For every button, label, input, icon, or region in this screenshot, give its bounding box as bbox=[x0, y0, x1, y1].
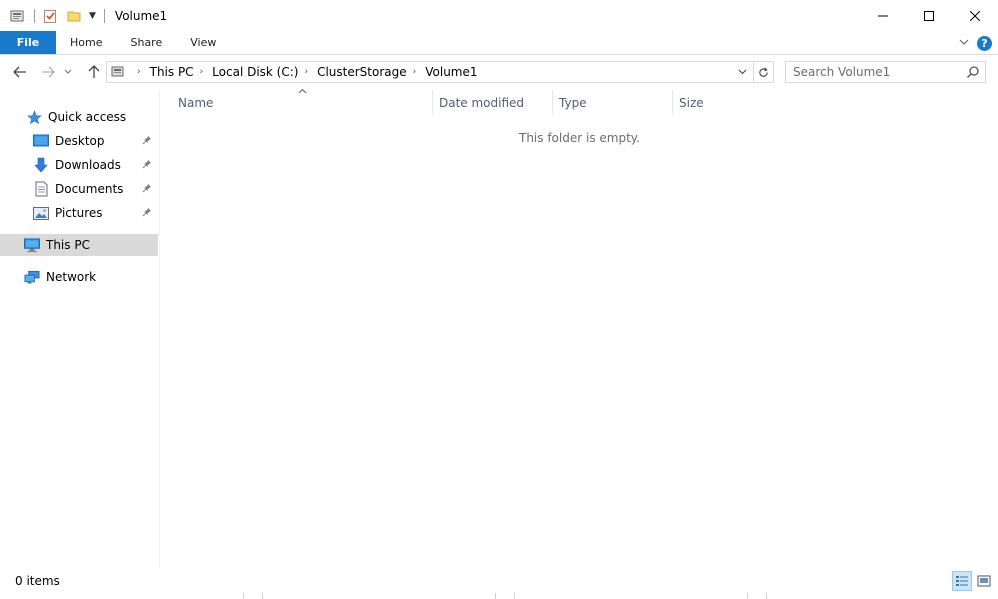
forward-arrow-icon bbox=[42, 66, 55, 78]
refresh-icon bbox=[759, 67, 768, 77]
title-bar: ▼ Volume1 bbox=[0, 0, 998, 31]
breadcrumb-local-disk[interactable]: Local Disk (C:) bbox=[212, 65, 298, 79]
details-view-icon bbox=[956, 576, 968, 586]
sidebar-item-label: Quick access bbox=[48, 110, 127, 124]
documents-icon bbox=[33, 181, 49, 197]
search-icon[interactable] bbox=[966, 65, 980, 79]
sidebar-item-downloads[interactable]: Downloads bbox=[0, 154, 158, 176]
column-header-date-modified[interactable]: Date modified bbox=[439, 90, 552, 115]
search-input[interactable] bbox=[793, 65, 958, 79]
column-header-size[interactable]: Size bbox=[679, 90, 779, 115]
tab-share[interactable]: Share bbox=[116, 31, 176, 54]
maximize-button[interactable] bbox=[906, 0, 952, 31]
close-button[interactable] bbox=[952, 0, 998, 31]
pin-icon[interactable] bbox=[142, 159, 152, 172]
sidebar-item-documents[interactable]: Documents bbox=[0, 178, 158, 200]
breadcrumb-separator-icon[interactable]: › bbox=[304, 67, 308, 77]
close-icon bbox=[970, 10, 980, 21]
customize-toolbar-icon[interactable]: ▼ bbox=[89, 11, 96, 21]
status-divider bbox=[243, 593, 244, 599]
pin-icon[interactable] bbox=[142, 135, 152, 148]
sidebar-item-label: Network bbox=[46, 270, 97, 284]
up-button[interactable] bbox=[82, 60, 106, 84]
back-button[interactable] bbox=[8, 60, 32, 84]
recent-locations-button[interactable] bbox=[60, 60, 76, 84]
breadcrumb-this-pc[interactable]: This PC bbox=[150, 65, 194, 79]
breadcrumb-volume1[interactable]: Volume1 bbox=[425, 65, 477, 79]
check-properties-icon[interactable] bbox=[41, 7, 59, 25]
status-bar: 0 items bbox=[0, 567, 998, 599]
help-icon[interactable]: ? bbox=[977, 35, 992, 51]
desktop-icon bbox=[33, 133, 49, 149]
pictures-icon bbox=[33, 205, 49, 221]
sidebar-item-label: This PC bbox=[46, 238, 90, 252]
window-title: Volume1 bbox=[114, 8, 168, 23]
back-arrow-icon bbox=[13, 66, 26, 78]
status-divider bbox=[495, 593, 496, 599]
computer-location-icon bbox=[111, 65, 127, 79]
navigation-pane: Quick access Desktop Downloads Documents bbox=[0, 90, 160, 567]
tab-view[interactable]: View bbox=[176, 31, 230, 54]
minimize-button[interactable] bbox=[860, 0, 906, 31]
tab-home[interactable]: Home bbox=[56, 31, 116, 54]
downloads-icon bbox=[33, 157, 49, 173]
sidebar-item-label: Documents bbox=[55, 182, 124, 196]
sidebar-item-desktop[interactable]: Desktop bbox=[0, 130, 158, 152]
empty-folder-message: This folder is empty. bbox=[519, 131, 640, 145]
pin-icon[interactable] bbox=[142, 207, 152, 220]
breadcrumb-separator-icon[interactable]: › bbox=[413, 67, 417, 77]
ribbon-tabs: File Home Share View ? bbox=[0, 31, 998, 55]
sidebar-item-this-pc[interactable]: This PC bbox=[0, 234, 158, 256]
status-divider bbox=[262, 593, 263, 599]
sidebar-item-label: Downloads bbox=[55, 158, 121, 172]
pin-icon[interactable] bbox=[142, 183, 152, 196]
breadcrumb-separator-icon[interactable]: › bbox=[200, 67, 204, 77]
network-icon bbox=[24, 269, 40, 285]
breadcrumb-clusterstorage[interactable]: ClusterStorage bbox=[317, 65, 407, 79]
status-divider bbox=[747, 593, 748, 599]
item-count: 0 items bbox=[15, 574, 60, 588]
forward-button[interactable] bbox=[36, 60, 60, 84]
toolbar-separator bbox=[34, 8, 35, 23]
tab-file[interactable]: File bbox=[0, 31, 56, 54]
breadcrumb-separator-icon[interactable]: › bbox=[137, 67, 141, 77]
large-icons-view-button[interactable] bbox=[974, 571, 994, 591]
chevron-down-icon bbox=[64, 69, 72, 74]
toolbar-separator bbox=[103, 8, 105, 23]
sidebar-item-label: Desktop bbox=[55, 134, 105, 148]
column-header-type[interactable]: Type bbox=[559, 90, 672, 115]
refresh-button[interactable] bbox=[753, 62, 773, 82]
properties-icon[interactable] bbox=[8, 7, 26, 25]
search-box[interactable] bbox=[785, 61, 986, 83]
ribbon-right-controls: ? bbox=[959, 31, 992, 55]
column-header-name[interactable]: Name bbox=[178, 90, 432, 115]
quick-access-toolbar: ▼ Volume1 bbox=[0, 0, 167, 31]
sidebar-item-network[interactable]: Network bbox=[0, 266, 158, 288]
minimize-icon bbox=[878, 15, 888, 16]
large-icons-view-icon bbox=[977, 575, 991, 587]
column-separator[interactable] bbox=[672, 90, 673, 115]
address-bar[interactable]: › This PC › Local Disk (C:) › ClusterSto… bbox=[106, 61, 774, 83]
details-view-button[interactable] bbox=[952, 571, 972, 591]
status-divider bbox=[766, 593, 767, 599]
maximize-icon bbox=[924, 10, 934, 21]
computer-icon bbox=[24, 237, 40, 253]
column-separator[interactable] bbox=[552, 90, 553, 115]
new-folder-icon[interactable] bbox=[65, 7, 83, 25]
expand-ribbon-icon[interactable] bbox=[959, 38, 969, 49]
chevron-down-icon bbox=[738, 69, 746, 75]
up-arrow-icon bbox=[88, 65, 100, 78]
sidebar-item-label: Pictures bbox=[55, 206, 103, 220]
column-separator[interactable] bbox=[432, 90, 433, 115]
navigation-bar: › This PC › Local Disk (C:) › ClusterSto… bbox=[0, 56, 998, 88]
file-list[interactable]: Name Date modified Type Size This folder… bbox=[161, 88, 998, 567]
window-controls bbox=[860, 0, 998, 31]
status-divider bbox=[514, 593, 515, 599]
star-icon bbox=[26, 109, 42, 125]
address-history-button[interactable] bbox=[733, 62, 751, 82]
sidebar-item-quick-access[interactable]: Quick access bbox=[0, 106, 158, 128]
sidebar-item-pictures[interactable]: Pictures bbox=[0, 202, 158, 224]
